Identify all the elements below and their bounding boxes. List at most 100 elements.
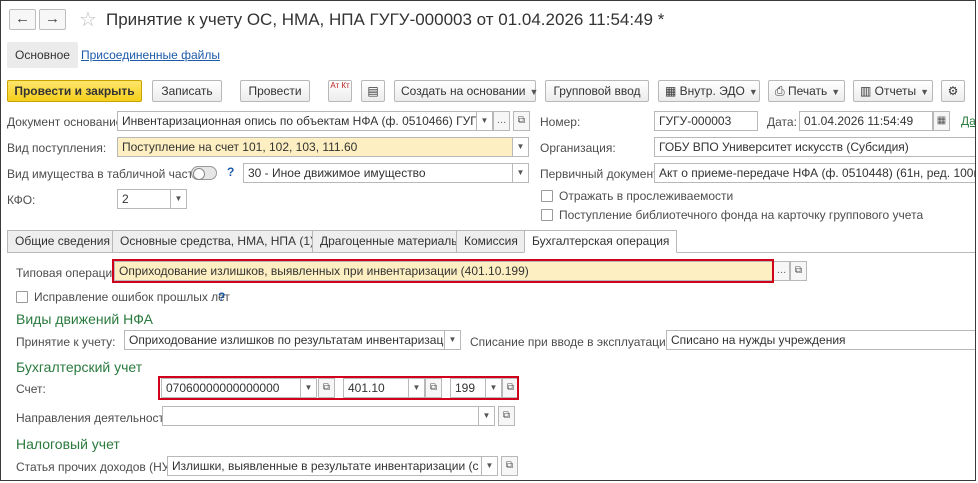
other-income-label: Статья прочих доходов (НУ): (16, 460, 177, 474)
accounting-heading: Бухгалтерский учет (16, 359, 143, 375)
accept-dropdown[interactable]: ▼ (445, 330, 461, 350)
account-sub2-field[interactable]: 199 (450, 378, 486, 398)
typical-operation-field[interactable]: Оприходование излишков, выявленных при и… (114, 261, 773, 281)
window-title: Принятие к учету ОС, НМА, НПА ГУГУ-00000… (106, 10, 665, 29)
typical-operation-label: Типовая операция: (16, 266, 123, 280)
accept-label: Принятие к учету: (16, 335, 116, 349)
property-type-field[interactable]: 30 - Иное движимое имущество (243, 163, 513, 183)
doc-basis-field[interactable]: Инвентаризационная опись по объектам НФА… (117, 111, 477, 131)
date-link[interactable]: Да (961, 114, 975, 128)
nfa-movements-heading: Виды движений НФА (16, 311, 153, 327)
create-based-on-button[interactable]: Создать на основании ▼ (394, 80, 539, 102)
favorite-star-icon[interactable]: ☆ (79, 7, 97, 32)
account-dropdown[interactable]: ▼ (301, 378, 317, 398)
help-icon[interactable]: ? (218, 290, 225, 304)
dt-kt-icon: Ат Кт (330, 81, 350, 90)
number-field[interactable]: ГУГУ-000003 (654, 111, 758, 131)
chevron-down-icon: ▼ (831, 87, 841, 97)
tab-commission[interactable]: Комиссия (456, 230, 526, 253)
direction-field[interactable] (162, 406, 479, 426)
create-based-on-label: Создать на основании (401, 84, 526, 98)
other-income-open-icon[interactable]: ⧉ (501, 456, 518, 476)
document-window: ← → ☆ Принятие к учету ОС, НМА, НПА ГУГУ… (0, 0, 976, 481)
edo-label: Внутр. ЭДО (679, 84, 745, 98)
account-field[interactable]: 07060000000000000 (161, 378, 301, 398)
property-type-label: Вид имущества в табличной части: (7, 167, 204, 181)
settings-button[interactable]: ⚙ (941, 80, 965, 102)
tab-precious-materials[interactable]: Драгоценные материалы (312, 230, 468, 253)
date-label: Дата: (767, 115, 797, 129)
account-sub2-open-icon[interactable]: ⧉ (502, 378, 519, 398)
list-icon: ▤ (367, 84, 379, 98)
account-sub2-dropdown[interactable]: ▼ (486, 378, 502, 398)
forward-button[interactable]: → (39, 9, 66, 30)
document-settings-icon: ⚙ (947, 84, 959, 98)
other-income-dropdown[interactable]: ▼ (482, 456, 498, 476)
writeoff-field[interactable]: Списано на нужды учреждения (666, 330, 975, 350)
reports-button[interactable]: ▥ Отчеты ▼ (853, 80, 933, 102)
receipt-type-field[interactable]: Поступление на счет 101, 102, 103, 111.6… (117, 137, 513, 157)
tax-accounting-heading: Налоговый учет (16, 436, 120, 452)
section-main[interactable]: Основное (7, 42, 78, 68)
typical-operation-open-icon[interactable]: ⧉ (790, 261, 807, 281)
back-button[interactable]: ← (9, 9, 36, 30)
direction-open-icon[interactable]: ⧉ (498, 406, 515, 426)
section-attached-files[interactable]: Присоединенные файлы (81, 48, 220, 62)
account-sub1-field[interactable]: 401.10 (343, 378, 409, 398)
printer-icon: ⎙ (775, 84, 788, 98)
account-open-icon[interactable]: ⧉ (318, 378, 335, 398)
doc-basis-label: Документ основание: (7, 115, 126, 129)
direction-dropdown[interactable]: ▼ (479, 406, 495, 426)
doc-basis-open-icon[interactable]: ⧉ (513, 111, 530, 131)
reports-icon: ▥ (860, 84, 875, 98)
other-income-field[interactable]: Излишки, выявленные в результате инвента… (167, 456, 482, 476)
writeoff-label: Списание при вводе в эксплуатацию: (470, 335, 679, 349)
trace-label: Отражать в прослеживаемости (559, 189, 734, 203)
print-label: Печать (787, 84, 828, 98)
print-button[interactable]: ⎙ Печать ▼ (768, 80, 845, 102)
tab-accounting-operation[interactable]: Бухгалтерская операция (524, 230, 678, 253)
kfo-dropdown[interactable]: ▼ (171, 189, 187, 209)
help-icon[interactable]: ? (227, 165, 234, 179)
chevron-down-icon: ▼ (748, 87, 758, 97)
doc-basis-select-button[interactable]: … (493, 111, 510, 131)
property-type-toggle[interactable] (191, 166, 217, 180)
account-sub1-dropdown[interactable]: ▼ (409, 378, 425, 398)
direction-label: Направления деятельности: (16, 411, 175, 425)
number-label: Номер: (540, 115, 581, 129)
kfo-field[interactable]: 2 (117, 189, 171, 209)
library-fund-label: Поступление библиотечного фонда на карто… (559, 208, 924, 222)
organization-label: Организация: (540, 141, 616, 155)
trace-checkbox[interactable] (541, 190, 553, 202)
group-input-button[interactable]: Групповой ввод (545, 80, 649, 102)
date-field[interactable]: 01.04.2026 11:54:49 (799, 111, 933, 131)
primary-doc-field[interactable]: Акт о приеме-передаче НФА (ф. 0510448) (… (654, 163, 975, 183)
reports-label: Отчеты (874, 84, 917, 98)
property-type-dropdown[interactable]: ▼ (513, 163, 529, 183)
account-label: Счет: (16, 382, 46, 396)
fix-errors-label: Исправление ошибок прошлых лет (34, 290, 230, 304)
receipt-type-label: Вид поступления: (7, 141, 107, 155)
post-and-close-button[interactable]: Провести и закрыть (7, 80, 142, 102)
edo-button[interactable]: ▦ Внутр. ЭДО ▼ (658, 80, 760, 102)
list-button[interactable]: ▤ (361, 80, 385, 102)
edo-icon: ▦ (665, 84, 680, 98)
fix-errors-checkbox[interactable] (16, 291, 28, 303)
library-fund-checkbox[interactable] (541, 209, 553, 221)
typical-operation-select-button[interactable]: … (773, 261, 790, 281)
save-button[interactable]: Записать (152, 80, 222, 102)
calendar-icon[interactable]: ▦ (933, 111, 950, 131)
tab-general-info[interactable]: Общие сведения (7, 230, 118, 253)
chevron-down-icon: ▼ (920, 87, 930, 97)
primary-doc-label: Первичный документ: (540, 167, 662, 181)
organization-field[interactable]: ГОБУ ВПО Университет искусств (Субсидия) (654, 137, 975, 157)
chevron-down-icon: ▼ (529, 87, 539, 97)
dt-kt-button[interactable]: Ат Кт (328, 80, 352, 102)
kfo-label: КФО: (7, 193, 36, 207)
receipt-type-dropdown[interactable]: ▼ (513, 137, 529, 157)
accept-field[interactable]: Оприходование излишков по результатам ин… (124, 330, 445, 350)
doc-basis-dropdown[interactable]: ▼ (477, 111, 493, 131)
post-button[interactable]: Провести (240, 80, 310, 102)
account-sub1-open-icon[interactable]: ⧉ (425, 378, 442, 398)
tab-fixed-assets[interactable]: Основные средства, НМА, НПА (1) (112, 230, 323, 253)
